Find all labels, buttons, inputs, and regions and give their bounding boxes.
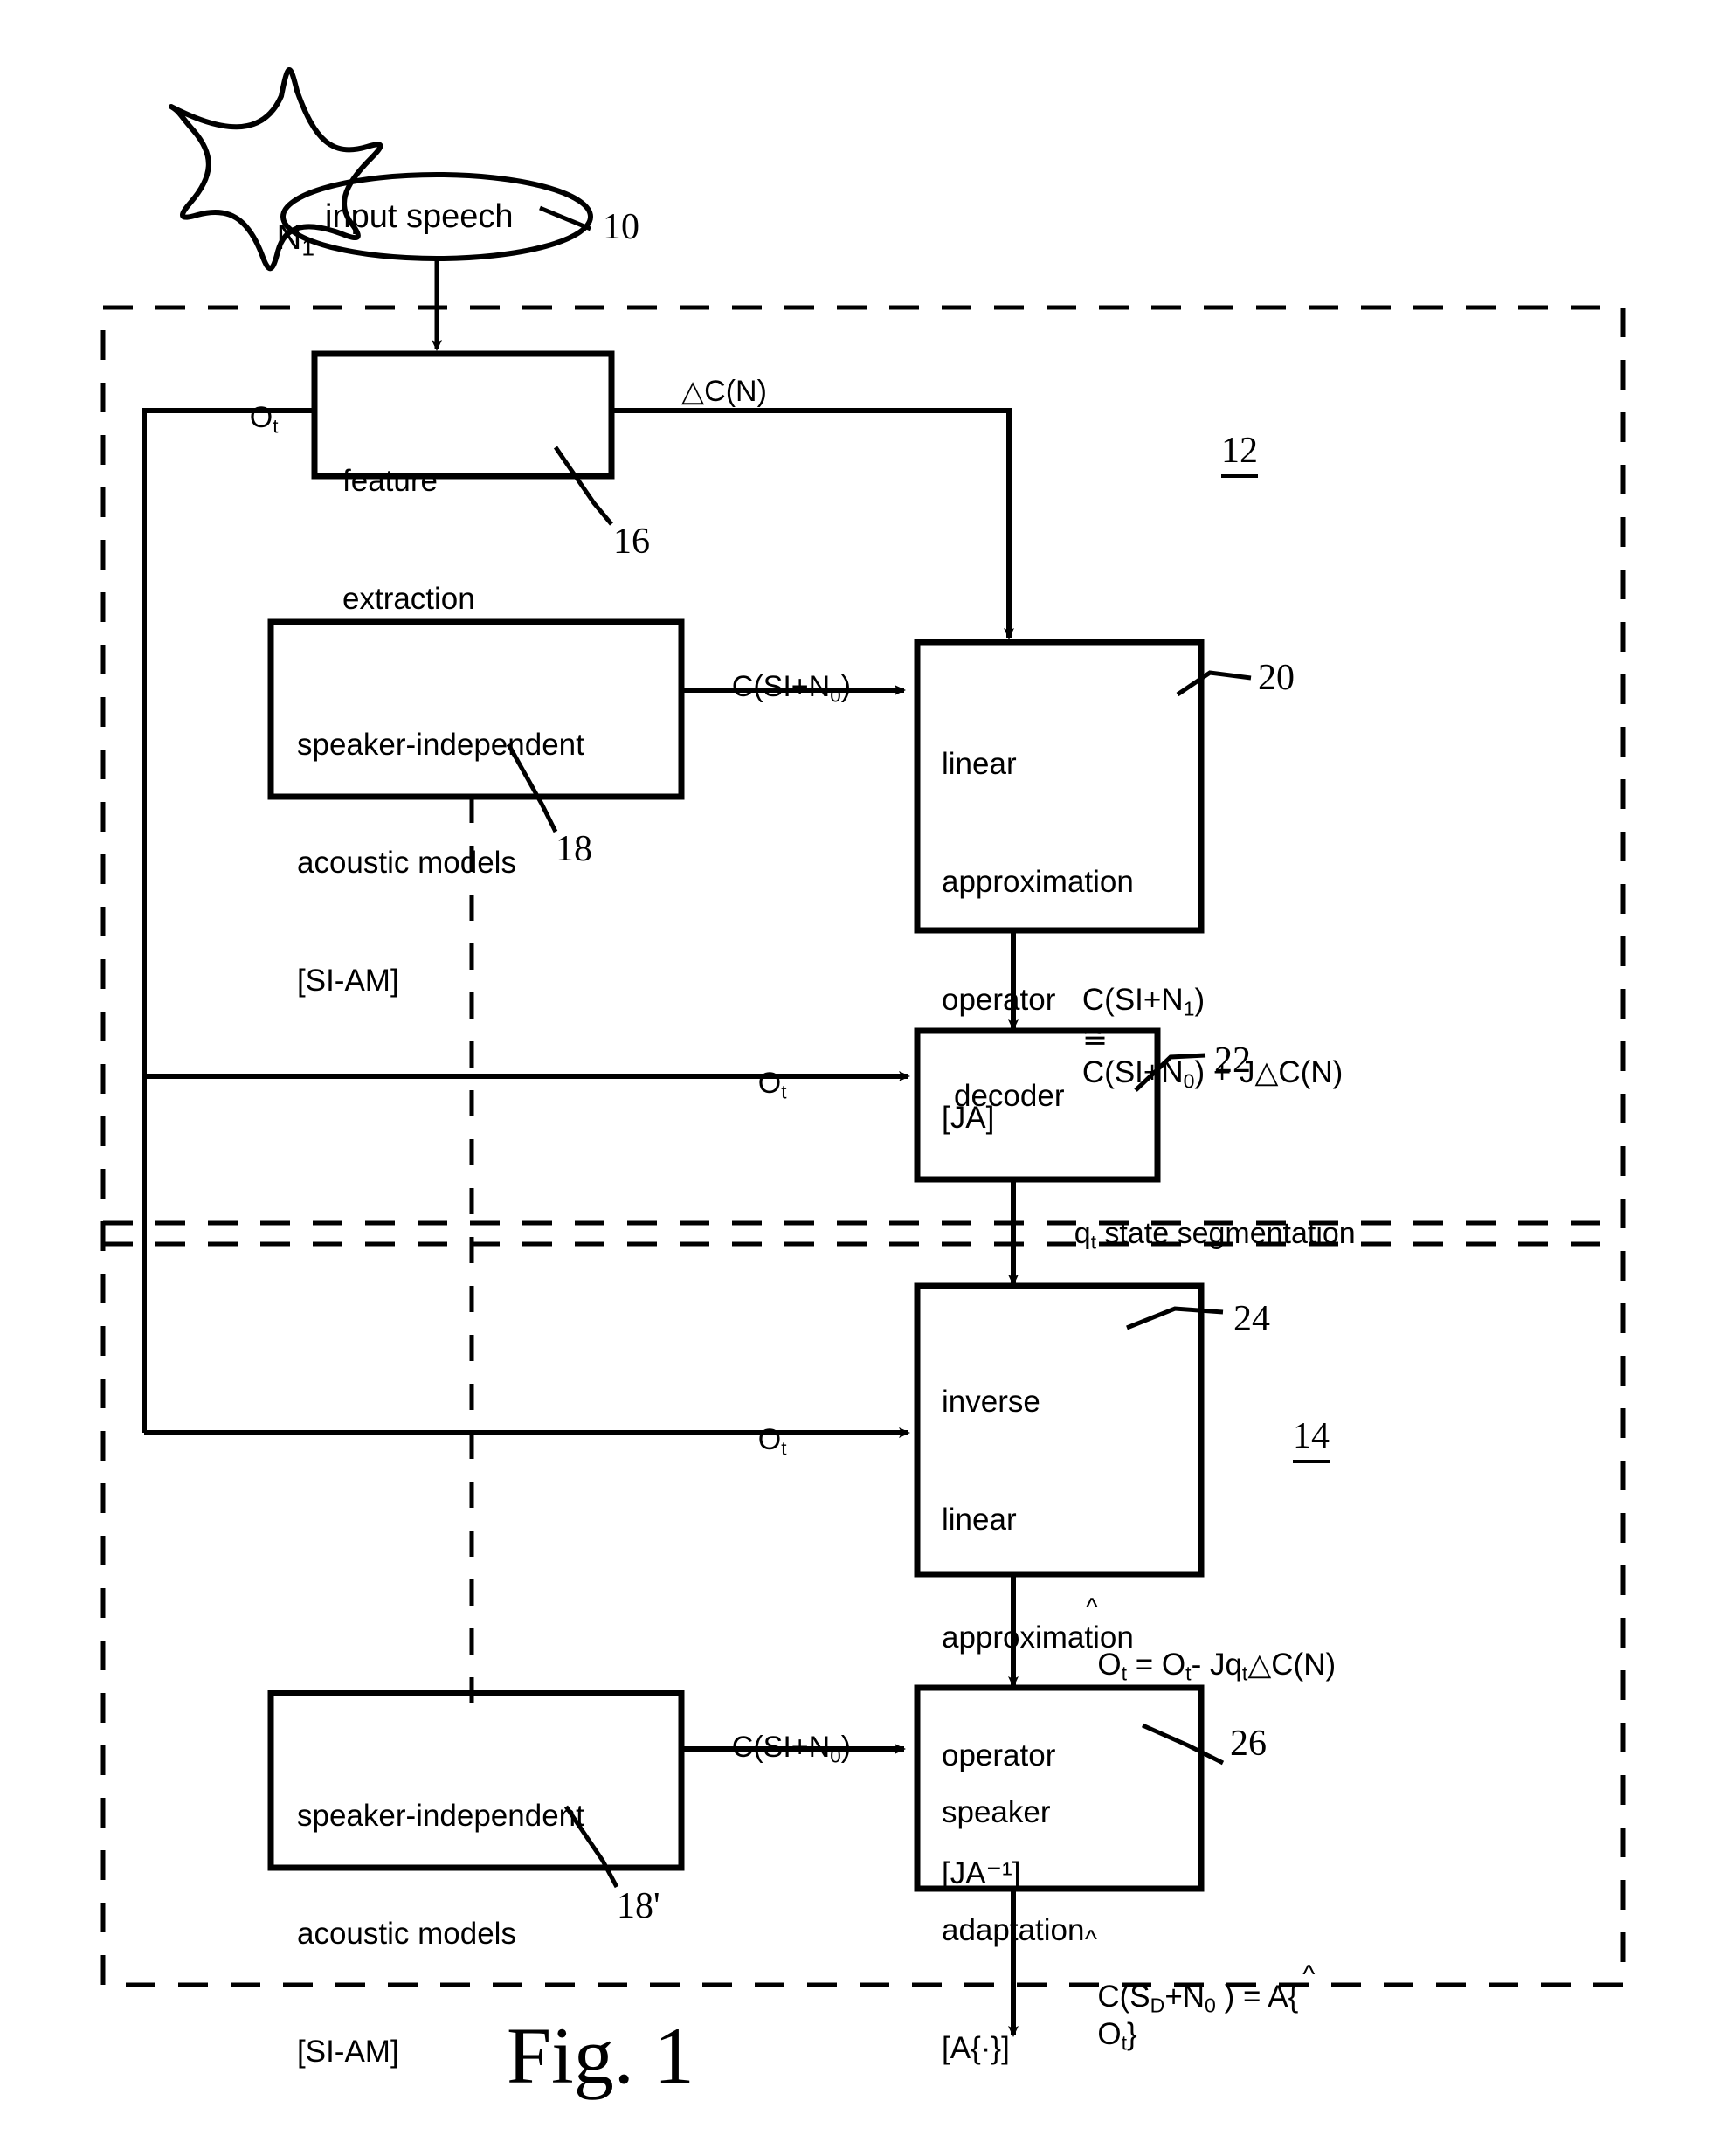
noise-label: N1: [276, 218, 315, 261]
eq-op: ≅: [1081, 1020, 1109, 1055]
linear-approx-line-2: approximation: [942, 865, 1134, 899]
ot-decoder-subscript: t: [781, 1081, 787, 1103]
edge-label-ot-decoder: Ot: [725, 1031, 787, 1144]
c-si-n0-upper-tail: ): [840, 670, 852, 703]
figure-caption: Fig. 1: [507, 2011, 694, 2100]
adapt-o: O: [1097, 2017, 1122, 2052]
equation-compensated-observation: ^ Ot = Ot- Jqt△C(N): [1047, 1578, 1336, 1720]
speaker-adaptation-line-1: speaker: [942, 1795, 1051, 1829]
si-am-upper-line-3: [SI-AM]: [297, 964, 399, 998]
edge-label-c-si-n0-upper: C(SI+N0): [699, 634, 851, 748]
eq-lhs-close: ): [1194, 983, 1205, 1017]
eq-lhs-c: C(SI+N: [1081, 983, 1184, 1017]
adapt-n-sub: 0: [1205, 1994, 1216, 2017]
adapt-close: ) = A{: [1215, 1980, 1299, 2014]
c-si-n0-lower-head: C(SI+N: [731, 1731, 831, 1764]
adapt-c: C(S: [1097, 1980, 1150, 2014]
si-am-lower-line-2: acoustic models: [297, 1917, 516, 1951]
si-am-upper-line-2: acoustic models: [297, 846, 516, 880]
o-hat-caret-2: ^: [1302, 1960, 1316, 1989]
diagram-vector-layer: [100, 67, 1626, 2037]
inverse-line-1: inverse: [942, 1385, 1040, 1419]
comp-minus: - Jq: [1191, 1648, 1242, 1682]
eq-lhs-sub: 1: [1183, 997, 1195, 1020]
si-am-upper-label: speaker-independent acoustic models [SI-…: [297, 646, 584, 1079]
c-si-n0-upper-sub: 0: [830, 684, 841, 707]
comp-o: O: [1097, 1648, 1122, 1682]
comp-eq: = O: [1127, 1648, 1186, 1682]
qt-symbol: q: [1074, 1217, 1091, 1250]
eq-rhs-sub: 0: [1183, 1069, 1195, 1093]
adapt-end: }: [1127, 2017, 1137, 2052]
eq-rhs-c: C(SI+N: [1081, 1055, 1184, 1090]
adapt-c-sub-d: D: [1150, 1994, 1165, 2017]
ref-22: 22: [1214, 1040, 1251, 1081]
ref-20: 20: [1258, 658, 1295, 698]
ot-inverse-subscript: t: [781, 1437, 787, 1460]
c-hat-caret: ^: [1084, 1925, 1097, 1954]
ref-18-prime: 18': [617, 1886, 660, 1926]
equation-adapted-model: ^ C(SD+N0 ) = A{ ^ Ot}: [1047, 1910, 1315, 2090]
edge-label-qt-state-segmentation: qt state segmentation: [1041, 1181, 1356, 1295]
leader-16: [553, 446, 613, 526]
edge-label-c-si-n0-lower: C(SI+N0): [699, 1695, 851, 1808]
ref-24: 24: [1233, 1299, 1270, 1339]
o-hat-caret-1: ^: [1085, 1593, 1098, 1622]
input-speech-label: input speech: [325, 198, 514, 235]
feature-extraction-line-2: extraction: [342, 582, 475, 616]
wire-deltac-to-linear-approx: [611, 408, 1014, 639]
ot-inverse-symbol: O: [757, 1423, 782, 1456]
lead-line-10: [539, 205, 591, 231]
comp-tail: △C(N): [1247, 1648, 1337, 1682]
wire-ot-bus: [142, 408, 314, 1433]
inverse-line-2: linear: [942, 1503, 1017, 1537]
patent-figure-page: N1 input speech 10 12 14 Ot △C(N) featur…: [0, 0, 1720, 2156]
equation-approximation: C(SI+N1) ≅ C(SI+N0) + J△C(N): [1048, 948, 1343, 1129]
decoder-label: decoder: [954, 1079, 1065, 1113]
linear-approx-line-1: linear: [942, 747, 1017, 781]
si-am-lower-line-1: speaker-independent: [297, 1799, 584, 1833]
edge-label-ot-feature: Ot: [217, 365, 279, 479]
linear-approximation-label: linear approximation operator [JA]: [942, 666, 1134, 1216]
feature-extraction-line-1: feature: [342, 464, 438, 498]
region-label-14: 14: [1293, 1415, 1330, 1463]
ref-18: 18: [556, 829, 592, 869]
edge-label-delta-cn: △C(N): [681, 375, 767, 408]
ref-10: 10: [603, 207, 639, 247]
c-si-n0-lower-tail: ): [840, 1731, 852, 1764]
leader-20: [1176, 670, 1252, 697]
si-am-upper-line-1: speaker-independent: [297, 728, 584, 762]
c-si-n0-lower-sub: 0: [830, 1745, 841, 1767]
ot-subscript: t: [273, 415, 279, 438]
adapt-plus-n: +N: [1164, 1980, 1205, 2014]
ref-26: 26: [1230, 1724, 1267, 1764]
qt-state-text: state segmentation: [1104, 1217, 1356, 1250]
leader-26: [1141, 1723, 1225, 1766]
leader-24: [1126, 1306, 1224, 1330]
c-si-n0-upper-head: C(SI+N: [731, 670, 831, 703]
qt-subscript: t: [1090, 1231, 1096, 1254]
edge-label-ot-inverse: Ot: [725, 1387, 787, 1501]
ot-symbol: O: [249, 401, 273, 434]
ot-decoder-symbol: O: [757, 1067, 782, 1100]
ref-16: 16: [613, 522, 650, 562]
region-label-12: 12: [1221, 430, 1258, 478]
